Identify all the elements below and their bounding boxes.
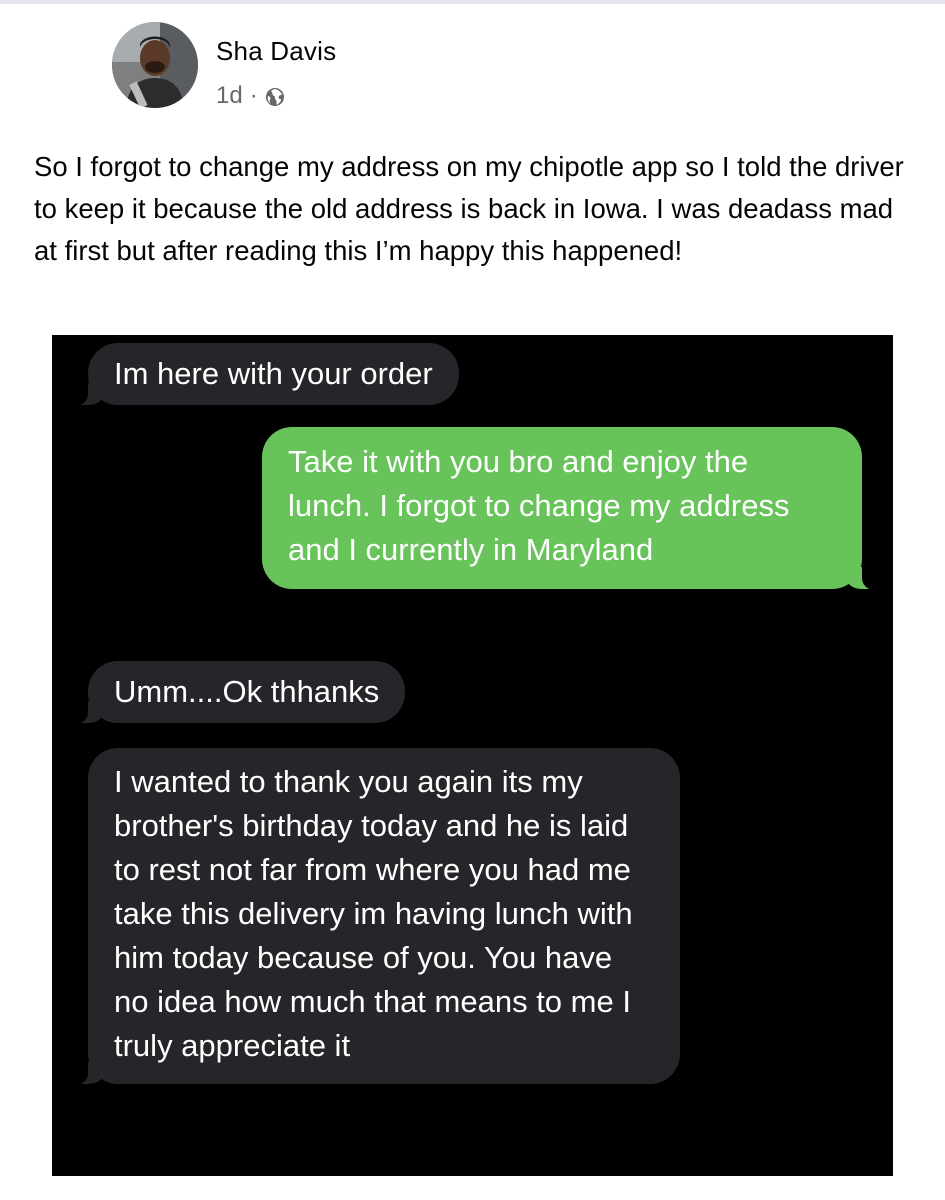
outgoing-message-bubble: Take it with you bro and enjoy the lunch… (262, 427, 888, 590)
post-timestamp[interactable]: 1d (216, 82, 243, 110)
message-thread-screenshot: Im here with your order Take it with you… (52, 335, 893, 1176)
avatar-image (112, 22, 198, 108)
post-meta: 1d · (216, 82, 285, 110)
message-text: Take it with you bro and enjoy the lunch… (288, 444, 790, 567)
incoming-message-bubble: Im here with your order (62, 343, 459, 406)
globe-icon[interactable] (265, 86, 285, 106)
incoming-message-bubble: I wanted to thank you again its my broth… (62, 748, 680, 1085)
author-name[interactable]: Sha Davis (216, 36, 336, 67)
message-text: Umm....Ok thhanks (114, 674, 380, 709)
message-text: I wanted to thank you again its my broth… (114, 764, 633, 1063)
message-text: Im here with your order (114, 356, 433, 391)
incoming-message-bubble: Umm....Ok thhanks (61, 661, 406, 724)
top-divider (0, 0, 945, 4)
post-text: So I forgot to change my address on my c… (34, 151, 904, 266)
avatar[interactable] (112, 22, 198, 108)
meta-separator: · (249, 82, 258, 109)
